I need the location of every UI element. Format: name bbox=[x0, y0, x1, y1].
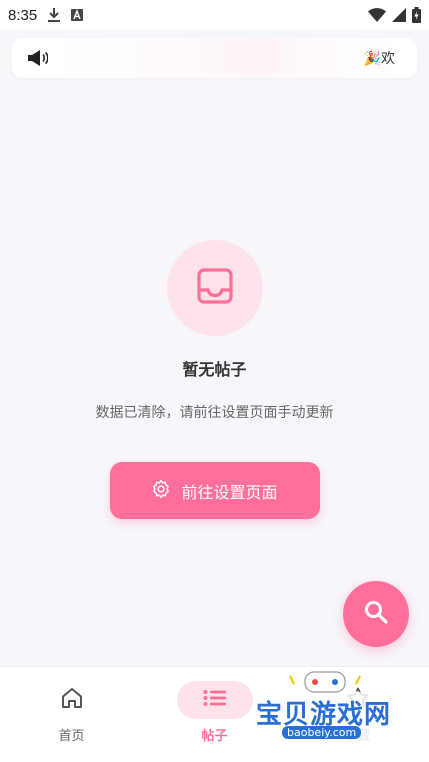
megaphone-icon bbox=[26, 49, 48, 67]
status-time: 8:35 bbox=[8, 6, 38, 24]
search-fab[interactable] bbox=[343, 581, 409, 647]
empty-state-description: 数据已清除，请前往设置页面手动更新 bbox=[95, 405, 334, 421]
empty-state-title: 暂无帖子 bbox=[182, 360, 247, 379]
nav-item-posts[interactable]: 帖子 bbox=[143, 667, 286, 762]
bottom-navigation: 首页 帖子 收藏 bbox=[0, 666, 429, 762]
nav-label-posts: 帖子 bbox=[201, 729, 228, 744]
announcement-fade bbox=[56, 38, 395, 78]
search-icon bbox=[363, 599, 389, 629]
status-bar: 8:35 bbox=[0, 0, 429, 30]
status-left: 8:35 bbox=[8, 6, 84, 24]
signal-icon bbox=[392, 8, 406, 22]
nav-icon-container bbox=[176, 681, 253, 719]
battery-charging-icon bbox=[412, 7, 421, 23]
nav-label-favorites: 收藏 bbox=[344, 729, 371, 744]
wifi-icon bbox=[368, 8, 386, 22]
empty-state: 暂无帖子 数据已清除，请前往设置页面手动更新 前往设置页面 bbox=[0, 240, 429, 519]
nav-icon-container bbox=[34, 681, 110, 719]
announcement-text: 🎉欢 bbox=[363, 51, 395, 67]
nav-icon-container bbox=[320, 681, 396, 719]
a-notification-icon bbox=[71, 9, 84, 21]
go-to-settings-label: 前往设置页面 bbox=[181, 482, 278, 502]
inbox-icon bbox=[195, 266, 235, 310]
nav-label-home: 首页 bbox=[58, 729, 85, 744]
app-screen: 8:35 🎉欢 暂无帖子 数据已清除，请前往设置页面手动更新 前往设置页面 首页… bbox=[0, 0, 429, 762]
star-icon bbox=[346, 686, 370, 714]
list-icon bbox=[203, 689, 227, 711]
status-right bbox=[368, 7, 421, 23]
empty-state-illustration bbox=[166, 240, 263, 336]
announcement-bar[interactable]: 🎉欢 bbox=[12, 38, 417, 78]
home-icon bbox=[60, 687, 84, 713]
nav-item-favorites[interactable]: 收藏 bbox=[286, 667, 429, 762]
go-to-settings-button[interactable]: 前往设置页面 bbox=[109, 462, 320, 519]
nav-item-home[interactable]: 首页 bbox=[0, 667, 143, 762]
gear-icon bbox=[151, 479, 171, 503]
announcement-marquee: 🎉欢 bbox=[56, 38, 395, 78]
download-icon bbox=[47, 7, 61, 23]
